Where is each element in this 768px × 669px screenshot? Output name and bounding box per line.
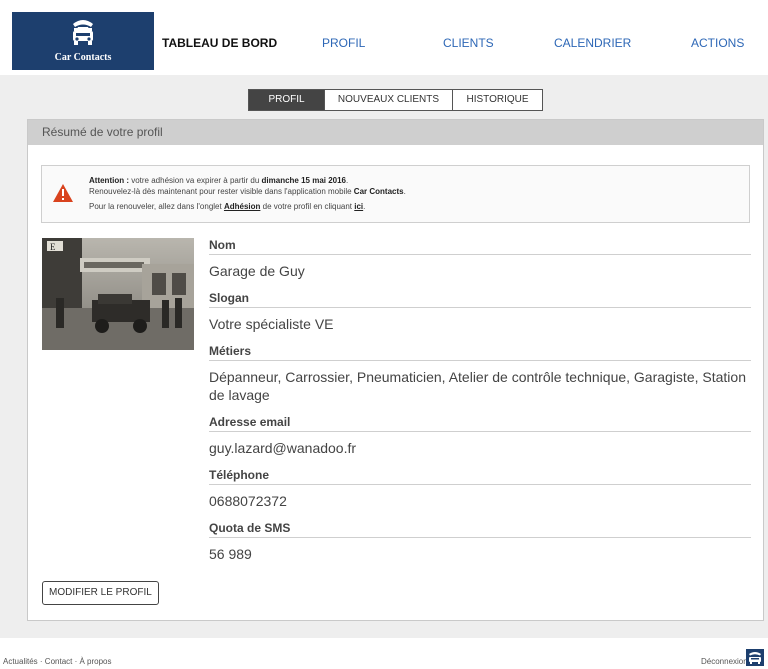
- profile-subtabs: PROFIL NOUVEAUX CLIENTS HISTORIQUE: [248, 89, 543, 111]
- nav-profil[interactable]: PROFIL: [322, 36, 365, 50]
- nav-actions[interactable]: ACTIONS: [691, 36, 744, 50]
- adhesion-tab-link[interactable]: Adhésion: [224, 202, 260, 211]
- membership-alert: Attention : votre adhésion va expirer à …: [41, 165, 750, 223]
- phone-car-icon: [749, 652, 761, 664]
- alert-line-1: Attention : votre adhésion va expirer à …: [89, 176, 349, 185]
- field-value-telephone: 0688072372: [209, 493, 287, 509]
- field-label-email: Adresse email: [209, 415, 751, 432]
- card-title: Résumé de votre profil: [28, 120, 763, 145]
- nav-clients[interactable]: CLIENTS: [443, 36, 494, 50]
- subtab-nouveaux-clients[interactable]: NOUVEAUX CLIENTS: [325, 89, 453, 111]
- field-value-slogan: Votre spécialiste VE: [209, 316, 334, 332]
- field-value-email: guy.lazard@wanadoo.fr: [209, 440, 357, 456]
- top-header: Car Contacts TABLEAU DE BORD PROFIL CLIE…: [0, 0, 768, 72]
- nav-calendrier[interactable]: CALENDRIER: [554, 36, 631, 50]
- field-label-quota-sms: Quota de SMS: [209, 521, 751, 538]
- app-logo[interactable]: Car Contacts: [12, 12, 154, 70]
- field-label-nom: Nom: [209, 238, 751, 255]
- field-label-metiers: Métiers: [209, 344, 751, 361]
- alert-line-3: Pour la renouveler, allez dans l'onglet …: [89, 202, 366, 211]
- svg-text:E: E: [50, 242, 56, 252]
- subtab-profil[interactable]: PROFIL: [248, 89, 325, 111]
- field-label-slogan: Slogan: [209, 291, 751, 308]
- field-value-quota-sms: 56 989: [209, 546, 252, 562]
- field-value-metiers: Dépanneur, Carrossier, Pneumaticien, Ate…: [209, 369, 746, 403]
- subtab-historique[interactable]: HISTORIQUE: [453, 89, 543, 111]
- alert-message: Attention : votre adhésion va expirer à …: [89, 175, 406, 212]
- garage-photo: E: [42, 238, 194, 350]
- logout-link[interactable]: Déconnexion: [701, 657, 748, 666]
- modify-profile-button[interactable]: MODIFIER LE PROFIL: [42, 581, 159, 605]
- footer-links[interactable]: Actualités · Contact · À propos: [3, 657, 112, 666]
- renew-link[interactable]: ici: [354, 202, 363, 211]
- warning-icon: [53, 184, 73, 202]
- field-label-telephone: Téléphone: [209, 468, 751, 485]
- logo-text: Car Contacts: [54, 52, 112, 63]
- alert-line-2: Renouvelez-là dès maintenant pour rester…: [89, 187, 406, 196]
- profile-summary-card: Résumé de votre profil Attention : votre…: [27, 119, 764, 621]
- field-value-nom: Garage de Guy: [209, 263, 305, 279]
- profile-fields: Nom Garage de Guy Slogan Votre spécialis…: [209, 238, 751, 574]
- nav-tableau-de-bord[interactable]: TABLEAU DE BORD: [162, 36, 277, 50]
- phone-car-icon: [73, 20, 93, 45]
- logout-icon[interactable]: [746, 649, 764, 666]
